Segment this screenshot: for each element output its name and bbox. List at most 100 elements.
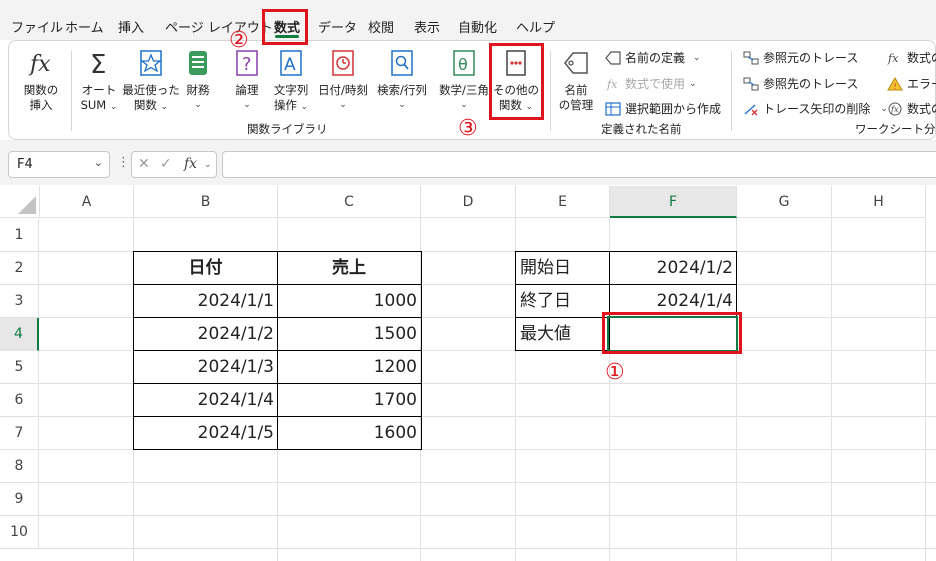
table-cell-sales[interactable]: 1700 [278, 384, 417, 417]
recent-label-2: 関数 ⌄ [133, 98, 169, 112]
trace-precedents-icon [743, 51, 759, 65]
table-cell-date[interactable]: 2024/1/1 [134, 285, 274, 318]
tab-file[interactable]: ファイル [11, 17, 63, 36]
row-header-10[interactable]: 10 [0, 516, 39, 549]
text-functions-button[interactable]: A 文字列 操作 ⌄ [263, 47, 319, 115]
trace-precedents-button[interactable]: 参照元のトレース [743, 49, 858, 66]
use-in-formula-button[interactable]: fx 数式で使用 ⌄ [605, 75, 697, 92]
table-header-date[interactable]: 日付 [134, 252, 277, 285]
name-manager-label-2: の管理 [558, 98, 594, 112]
datetime-button[interactable]: 日付/時刻 ⌄ [312, 47, 374, 113]
financial-label: 財務 [186, 83, 210, 97]
lookup-button[interactable]: 検索/行列 ⌄ [371, 47, 433, 113]
row-header-3[interactable]: 3 [0, 285, 39, 318]
annotation-box-f4 [602, 312, 742, 354]
column-header-b[interactable]: B [134, 186, 278, 218]
column-header-d[interactable]: D [421, 186, 516, 218]
column-header-a[interactable]: A [40, 186, 134, 218]
annotation-box-more-functions [489, 43, 544, 120]
table-cell-sales[interactable]: 1000 [278, 285, 417, 318]
gridline [39, 548, 936, 549]
column-header-f[interactable]: F [610, 186, 737, 218]
table-cell-sales[interactable]: 1500 [278, 318, 417, 351]
cancel-icon[interactable]: ✕ [138, 156, 150, 172]
table-cell-date[interactable]: 2024/1/4 [134, 384, 274, 417]
row-header-5[interactable]: 5 [0, 351, 39, 384]
recent-label-1: 最近使った [122, 83, 180, 97]
name-box[interactable]: F4 ⌄ [8, 151, 110, 178]
row-header-6[interactable]: 6 [0, 384, 39, 417]
grid-select-icon [605, 101, 621, 116]
error-checking-button[interactable]: ! エラー [887, 75, 936, 92]
gridline [831, 218, 832, 561]
row-header-1[interactable]: 1 [0, 219, 39, 252]
more-options-icon[interactable]: ⋮ [117, 155, 130, 170]
financial-button[interactable]: 財務 ⌄ [175, 47, 221, 113]
row-header-8[interactable]: 8 [0, 450, 39, 483]
math-button[interactable]: θ 数学/三角 ⌄ [433, 47, 495, 113]
text-label-2: 操作 ⌄ [273, 98, 309, 112]
create-from-selection-button[interactable]: 選択範囲から作成 [605, 100, 721, 117]
table-cell-date[interactable]: 2024/1/5 [134, 417, 274, 450]
remove-arrows-icon [743, 102, 759, 116]
tab-page-layout[interactable]: ページ レイアウト [165, 17, 273, 36]
column-header-h[interactable]: H [832, 186, 926, 218]
param-label-start[interactable]: 開始日 [520, 252, 571, 285]
svg-text:fx: fx [606, 78, 618, 91]
chevron-down-icon: ⌄ [160, 102, 169, 112]
magnifier-book-icon [387, 47, 417, 81]
column-header-e[interactable]: E [516, 186, 610, 218]
tab-insert[interactable]: 挿入 [118, 17, 144, 36]
tag-small-icon [605, 50, 621, 65]
enter-icon[interactable]: ✓ [160, 156, 172, 172]
table-header-sales[interactable]: 売上 [278, 252, 420, 285]
param-label-end[interactable]: 終了日 [520, 285, 571, 318]
evaluate-formula-button[interactable]: fx 数式の [887, 100, 936, 117]
svg-text:?: ? [242, 54, 252, 75]
row-header-9[interactable]: 9 [0, 483, 39, 516]
trace-dependents-button[interactable]: 参照先のトレース [743, 75, 858, 92]
show-formulas-button[interactable]: fx 数式の [887, 49, 936, 66]
param-label-max[interactable]: 最大値 [520, 318, 571, 351]
insert-function-label-2: 挿入 [29, 98, 53, 112]
separator [731, 51, 732, 131]
remove-arrows-button[interactable]: トレース矢印の削除 ⌄ [743, 100, 888, 117]
recently-used-button[interactable]: 最近使った 関数 ⌄ [121, 47, 181, 115]
tab-review[interactable]: 校閲 [368, 17, 394, 36]
svg-text:Σ: Σ [90, 50, 106, 80]
name-manager-label-1: 名前 [564, 83, 588, 97]
svg-text:!: ! [894, 82, 897, 91]
evaluate-icon: fx [887, 102, 903, 116]
gridline [925, 218, 926, 561]
formula-input[interactable] [222, 151, 936, 178]
chevron-down-icon: ⌄ [300, 102, 309, 112]
table-cell-date[interactable]: 2024/1/2 [134, 318, 274, 351]
tab-data[interactable]: データ [318, 17, 357, 36]
tab-home[interactable]: ホーム [65, 17, 104, 36]
annotation-box-formulas-tab [262, 9, 308, 45]
show-formulas-icon: fx [887, 51, 903, 65]
svg-text:fx: fx [28, 52, 51, 77]
autosum-button[interactable]: Σ オート SUM ⌄ [71, 47, 127, 115]
column-header-g[interactable]: G [737, 186, 832, 218]
tab-help[interactable]: ヘルプ [516, 17, 555, 36]
insert-function-icon[interactable]: fx [184, 156, 197, 172]
column-header-c[interactable]: C [278, 186, 421, 218]
name-manager-button[interactable]: 名前 の管理 [551, 47, 601, 113]
star-book-icon [136, 47, 166, 81]
tab-view[interactable]: 表示 [414, 17, 440, 36]
define-name-button[interactable]: 名前の定義 ⌄ [605, 49, 701, 66]
insert-function-label-1: 関数の [23, 83, 59, 97]
table-cell-date[interactable]: 2024/1/3 [134, 351, 274, 384]
row-header-2[interactable]: 2 [0, 252, 39, 285]
table-cell-sales[interactable]: 1600 [278, 417, 417, 450]
svg-text:fx: fx [890, 105, 899, 114]
row-header-4[interactable]: 4 [0, 318, 39, 351]
lookup-label: 検索/行列 [377, 83, 427, 97]
param-value-start[interactable]: 2024/1/2 [610, 252, 733, 285]
row-header-7[interactable]: 7 [0, 417, 39, 450]
tab-automate[interactable]: 自動化 [458, 17, 497, 36]
select-all-corner[interactable] [0, 186, 40, 218]
table-cell-sales[interactable]: 1200 [278, 351, 417, 384]
insert-function-button[interactable]: fx 関数の 挿入 [13, 47, 69, 113]
